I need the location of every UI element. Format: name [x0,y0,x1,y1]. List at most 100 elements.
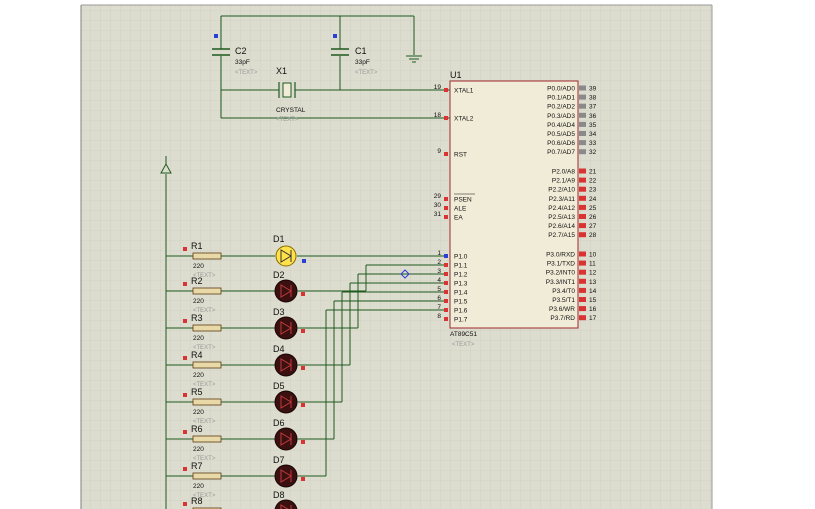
pin-name: P1.2 [454,272,468,279]
mcu-pin-p2-6-a14[interactable]: P2.6/A14 27 [548,223,597,230]
pin-name: P3.5/T1 [552,297,575,304]
resistor-value: 220 [193,298,204,305]
pin-number: 11 [589,261,596,268]
pin-number: 18 [434,112,442,119]
pin-number: 15 [589,297,597,304]
mcu-pin-p3-7-rd[interactable]: P3.7/RD 17 [550,315,597,322]
pin-marker [214,34,218,38]
text-placeholder: <TEXT> [276,117,299,123]
schematic-canvas[interactable]: C2 33pF <TEXT> C1 33pF <TEXT> X1 CRYSTAL… [0,0,815,509]
pin-marker [579,195,586,201]
pin-marker [579,287,586,293]
mcu-pin-p3-3-int1[interactable]: P3.3/INT1 13 [546,278,597,286]
mcu-pin-p3-2-int0[interactable]: P3.2/INT0 12 [546,269,597,277]
pin-name: P0.4/AD4 [547,122,575,129]
mcu-pin-p2-2-a10[interactable]: P2.2/A10 23 [548,186,597,194]
crystal-ref: X1 [276,66,287,76]
pin-number: 34 [589,131,597,138]
resistor-value: 220 [193,335,204,342]
led-body [274,353,298,377]
mcu-pin-p0-0-ad0[interactable]: P0.0/AD0 39 [547,85,597,93]
pin-name: P2.0/A8 [552,169,576,176]
pin-number: 35 [589,122,597,129]
mcu-pin-p2-3-a11[interactable]: P2.3/A11 24 [549,195,597,203]
mcu-pin-p0-4-ad4[interactable]: P0.4/AD4 35 [547,121,597,129]
mcu-pin-p2-5-a13[interactable]: P2.5/A13 26 [548,214,597,221]
pin-number: 8 [437,313,441,320]
pin-name: P1.6 [454,308,468,315]
pin-marker [579,94,586,100]
pin-marker [444,88,448,92]
mcu-pin-p3-0-rxd[interactable]: P3.0/RXD 10 [546,251,597,259]
resistor-ref: R3 [191,313,203,323]
resistor-body [192,252,222,260]
pin-name: P3.1/TXD [547,261,575,268]
led-ref: D3 [273,307,285,317]
pin-number: 27 [589,223,597,230]
mcu-pin-p0-1-ad1[interactable]: P0.1/AD1 38 [547,94,597,102]
pin-number: 26 [589,214,597,221]
resistor-ref: R2 [191,276,203,286]
pin-name: P0.1/AD1 [547,95,575,102]
led-ref: D7 [273,455,285,465]
pin-name: XTAL2 [454,116,474,123]
mcu-pin-p2-1-a9[interactable]: P2.1/A9 22 [552,177,597,185]
text-placeholder: <TEXT> [452,342,475,348]
resistor-ref: R5 [191,387,203,397]
pin-name: XTAL1 [454,88,474,95]
mcu-pin-p3-1-txd[interactable]: P3.1/TXD 11 [547,260,596,268]
resistor-ref: R7 [191,461,203,471]
pin-name: P1.3 [454,281,468,288]
mcu-pin-p2-0-a8[interactable]: P2.0/A8 21 [552,168,597,176]
mcu-pin-p0-7-ad7[interactable]: P0.7/AD7 32 [547,149,597,156]
pin-marker [301,292,305,296]
pin-marker [579,232,586,238]
pin-marker [183,356,187,360]
pin-number: 24 [589,196,597,203]
capacitor-value: 33pF [235,59,250,66]
pin-marker [579,269,586,275]
pin-name: EA [454,215,463,222]
mcu-pin-p0-5-ad5[interactable]: P0.5/AD5 34 [547,131,597,138]
mcu-pin-p0-3-ad3[interactable]: P0.3/AD3 36 [547,112,597,120]
pin-number: 13 [589,279,597,286]
text-placeholder: <TEXT> [355,70,378,76]
pin-name: P1.0 [454,254,468,261]
led-body [274,390,298,414]
mcu-pin-p3-6-wr[interactable]: P3.6/WR 16 [549,306,597,313]
pin-name: P3.4/T0 [552,288,575,295]
pin-number: 28 [589,232,597,239]
pin-name: P0.2/AD2 [547,104,575,111]
pin-marker [579,103,586,109]
pin-name: P2.4/A12 [548,205,575,212]
pin-marker [183,247,187,251]
led-ref: D8 [273,490,285,500]
mcu-part: AT89C51 [450,331,477,338]
mcu-pin-p2-4-a12[interactable]: P2.4/A12 25 [548,204,597,212]
pin-name: P0.6/AD6 [547,140,575,147]
mcu-pin-p3-4-t0[interactable]: P3.4/T0 14 [552,287,597,295]
led-ref: D6 [273,418,285,428]
microcontroller-u1[interactable]: U1 AT89C51 <TEXT> 19 XTAL1 18 XTAL2 9 RST 29 PS… [434,70,597,348]
capacitor-ref: C2 [235,46,247,56]
crystal-value: CRYSTAL [276,107,306,114]
pin-number: 32 [589,149,597,156]
led-ref: D1 [273,234,285,244]
pin-name: P0.0/AD0 [547,86,575,93]
mcu-ref: U1 [450,70,462,80]
pin-marker [579,177,586,183]
mcu-pin-p0-6-ad6[interactable]: P0.6/AD6 33 [547,140,597,147]
mcu-pin-p0-2-ad2[interactable]: P0.2/AD2 37 [547,103,597,111]
pin-marker [301,440,305,444]
pin-name: P3.3/INT1 [546,279,576,286]
mcu-pin-p2-7-a15[interactable]: P2.7/A15 28 [548,232,597,239]
pin-marker [444,272,448,276]
pin-number: 30 [434,202,442,209]
pin-number: 33 [589,140,597,147]
pin-marker [444,254,448,258]
pin-marker [579,140,586,146]
sheet-grid [81,5,712,509]
pin-number: 21 [589,169,597,176]
pin-name: RST [454,152,467,159]
mcu-pin-p3-5-t1[interactable]: P3.5/T1 15 [552,297,597,304]
